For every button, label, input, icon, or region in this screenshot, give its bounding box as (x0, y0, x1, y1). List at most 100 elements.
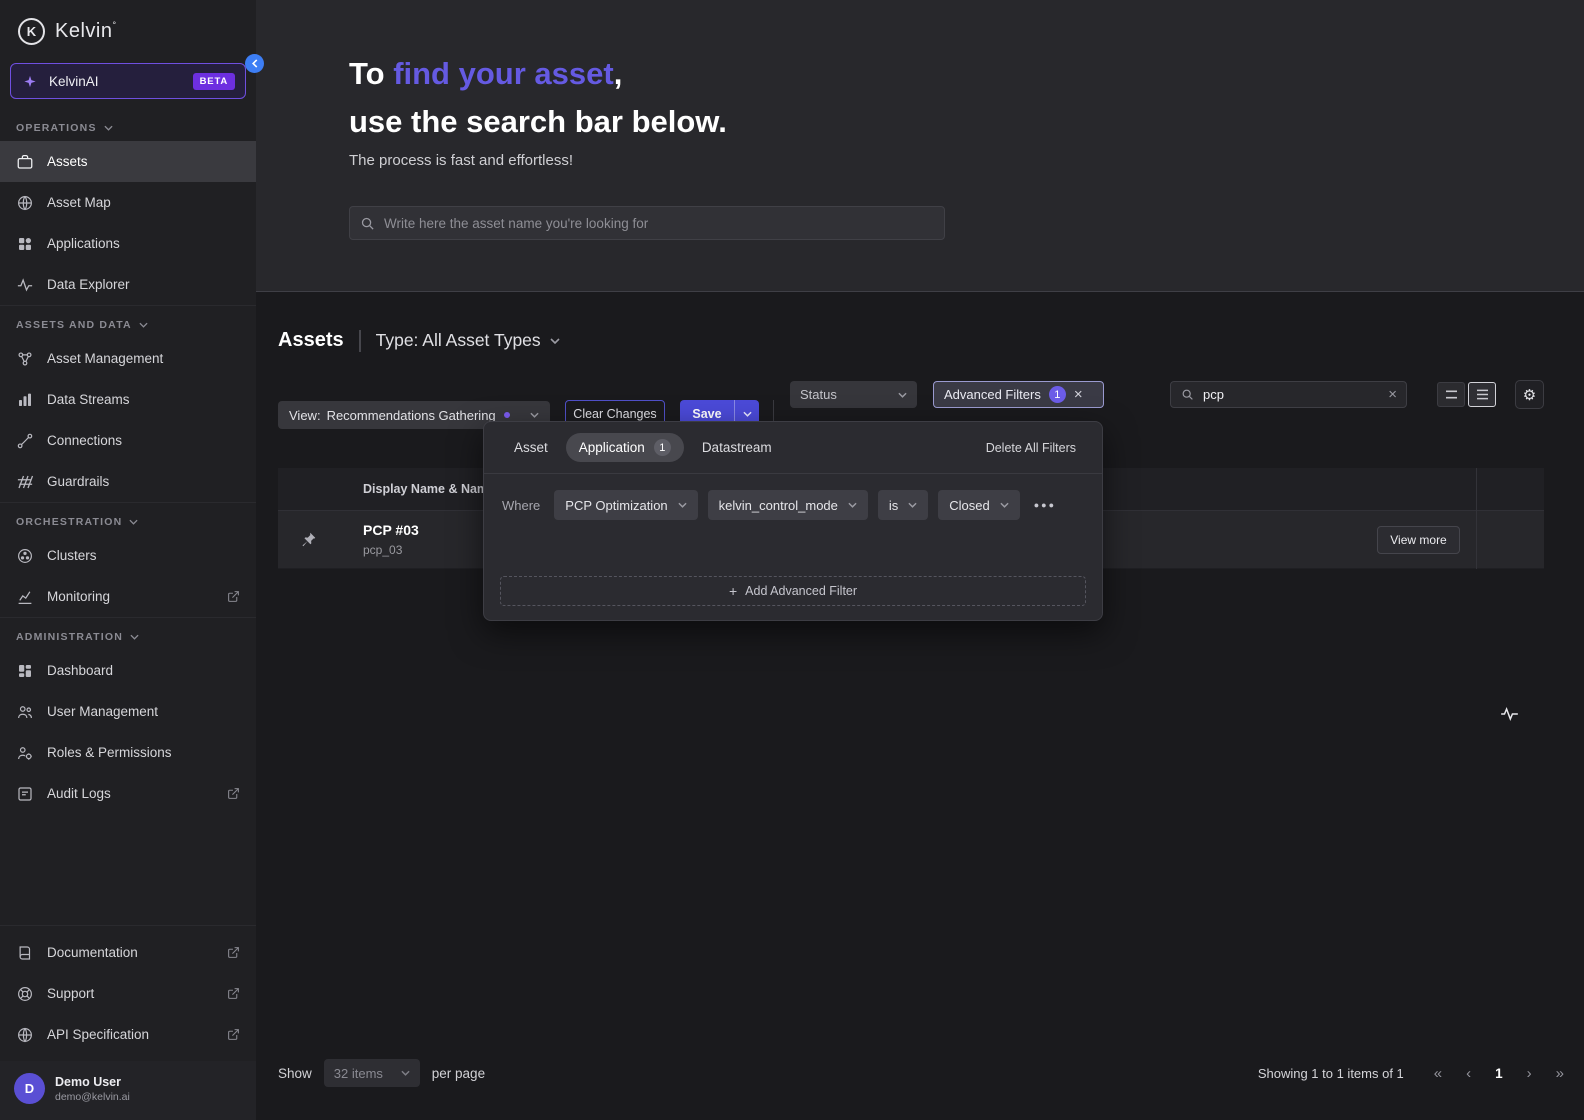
nodes-icon (16, 350, 34, 368)
status-label: Status (800, 387, 837, 402)
save-dropdown-toggle[interactable] (735, 411, 759, 417)
users-icon (16, 703, 34, 721)
sidebar-item-assets[interactable]: Assets (0, 141, 256, 182)
sidebar-item-label: Connections (47, 433, 122, 448)
chevron-down-icon (848, 502, 857, 508)
sidebar-item-label: User Management (47, 704, 158, 719)
compact-view-toggle[interactable] (1468, 382, 1496, 407)
asset-type-dropdown[interactable]: Type: All Asset Types (376, 330, 560, 351)
sidebar-item-kelvinai[interactable]: KelvinAI BETA (10, 63, 246, 99)
asset-display-name: PCP #03 (363, 522, 419, 538)
last-page-button[interactable]: » (1556, 1066, 1564, 1081)
sidebar-item-user-management[interactable]: User Management (0, 691, 256, 732)
section-label: ASSETS AND DATA (16, 319, 132, 331)
sidebar-item-label: Monitoring (47, 589, 110, 604)
sidebar-item-data-explorer[interactable]: Data Explorer (0, 264, 256, 305)
sidebar-item-data-streams[interactable]: Data Streams (0, 379, 256, 420)
kelvin-logo-icon: K (18, 18, 45, 45)
assets-filter-input[interactable] (1203, 387, 1380, 402)
sidebar-item-support[interactable]: Support (0, 973, 256, 1014)
hero-subtitle: The process is fast and effortless! (349, 152, 573, 169)
tab-application-label: Application (579, 440, 645, 455)
rows-dense-icon (1476, 389, 1489, 400)
external-link-icon (227, 987, 240, 1000)
sidebar-item-connections[interactable]: Connections (0, 420, 256, 461)
sidebar-item-label: API Specification (47, 1027, 149, 1042)
chevron-down-icon (550, 338, 560, 344)
gear-icon: ⚙ (1523, 386, 1536, 404)
chevron-down-icon (898, 392, 907, 398)
table-column-divider (1476, 468, 1477, 569)
search-icon (360, 216, 375, 231)
sidebar-item-roles-permissions[interactable]: Roles & Permissions (0, 732, 256, 773)
add-advanced-filter-button[interactable]: + Add Advanced Filter (500, 576, 1086, 606)
unsaved-changes-dot (504, 412, 510, 418)
prev-page-button[interactable]: ‹ (1466, 1066, 1471, 1081)
section-label: ADMINISTRATION (16, 631, 123, 643)
waveform-icon[interactable] (1499, 704, 1520, 724)
current-page[interactable]: 1 (1495, 1066, 1503, 1081)
application-select[interactable]: PCP Optimization (554, 490, 697, 520)
advanced-filters-button[interactable]: Advanced Filters 1 × (933, 381, 1104, 408)
filter-more-options-icon[interactable]: ●●● (1034, 500, 1056, 510)
brand-trademark: ° (112, 20, 116, 30)
chevron-down-icon (908, 502, 917, 508)
sidebar-item-monitoring[interactable]: Monitoring (0, 576, 256, 617)
cluster-icon (16, 547, 34, 565)
density-toggle-group (1437, 382, 1496, 407)
add-advanced-filter-label: Add Advanced Filter (745, 584, 857, 598)
sidebar-item-api-specification[interactable]: API Specification (0, 1014, 256, 1055)
comfortable-view-toggle[interactable] (1437, 382, 1465, 407)
user-name: Demo User (55, 1075, 130, 1089)
tab-application-count: 1 (654, 439, 671, 456)
briefcase-icon (16, 153, 34, 171)
sidebar-item-asset-map[interactable]: Asset Map (0, 182, 256, 223)
next-page-button[interactable]: › (1527, 1066, 1532, 1081)
view-more-button[interactable]: View more (1377, 526, 1460, 554)
advanced-filters-label: Advanced Filters (944, 387, 1041, 402)
assets-title-row: Assets Type: All Asset Types (278, 329, 560, 352)
section-header-operations[interactable]: OPERATIONS (0, 109, 256, 141)
parameter-select[interactable]: kelvin_control_mode (708, 490, 868, 520)
operator-select[interactable]: is (878, 490, 928, 520)
tab-application[interactable]: Application 1 (566, 433, 684, 462)
tab-asset[interactable]: Asset (510, 434, 552, 461)
asset-type-label: Type: All Asset Types (376, 330, 541, 351)
status-dropdown[interactable]: Status (790, 381, 917, 408)
page-size-value: 32 items (334, 1066, 383, 1081)
section-assets-and-data: ASSETS AND DATA Asset Management Data St… (0, 305, 256, 502)
sidebar-item-documentation[interactable]: Documentation (0, 932, 256, 973)
sidebar-item-label: Guardrails (47, 474, 109, 489)
asset-search-input[interactable] (384, 216, 934, 231)
page-size-dropdown[interactable]: 32 items (324, 1059, 420, 1087)
sidebar-footer: Documentation Support API Specification (0, 925, 256, 1061)
first-page-button[interactable]: « (1434, 1066, 1442, 1081)
per-page-label: per page (432, 1066, 485, 1081)
user-profile[interactable]: D Demo User demo@kelvin.ai (0, 1061, 256, 1120)
pin-icon[interactable] (300, 531, 317, 548)
clear-filters-icon[interactable]: × (1074, 387, 1083, 402)
sidebar-item-dashboard[interactable]: Dashboard (0, 650, 256, 691)
section-header-orchestration[interactable]: ORCHESTRATION (0, 503, 256, 535)
delete-all-filters-button[interactable]: Delete All Filters (986, 441, 1076, 455)
sidebar-item-asset-management[interactable]: Asset Management (0, 338, 256, 379)
audit-icon (16, 785, 34, 803)
hero-title-highlight: find your asset (393, 56, 614, 91)
clear-search-icon[interactable]: × (1388, 387, 1397, 402)
sidebar-item-label: Documentation (47, 945, 138, 960)
value-select[interactable]: Closed (938, 490, 1019, 520)
sidebar-collapse-button[interactable] (245, 54, 264, 73)
sidebar-item-audit-logs[interactable]: Audit Logs (0, 773, 256, 814)
sidebar-item-clusters[interactable]: Clusters (0, 535, 256, 576)
sidebar-item-guardrails[interactable]: Guardrails (0, 461, 256, 502)
chevron-down-icon (129, 519, 138, 525)
section-header-administration[interactable]: ADMINISTRATION (0, 618, 256, 650)
filter-count-badge: 1 (1049, 386, 1066, 403)
tab-datastream[interactable]: Datastream (698, 434, 776, 461)
section-header-assets-and-data[interactable]: ASSETS AND DATA (0, 306, 256, 338)
chevron-down-icon (139, 322, 148, 328)
sidebar-item-applications[interactable]: Applications (0, 223, 256, 264)
table-settings-button[interactable]: ⚙ (1515, 380, 1544, 409)
asset-name: pcp_03 (363, 543, 402, 557)
sidebar-item-label: Data Streams (47, 392, 130, 407)
